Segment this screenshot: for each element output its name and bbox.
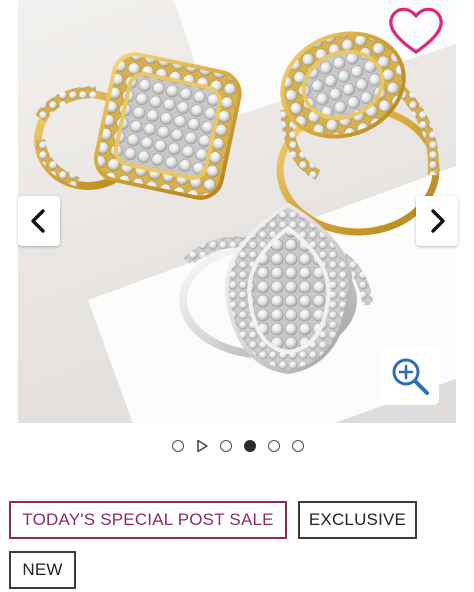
carousel-dot[interactable]	[292, 440, 304, 452]
carousel-dot[interactable]	[220, 440, 232, 452]
carousel-dot-active[interactable]	[244, 440, 256, 452]
zoom-in-icon	[392, 358, 429, 395]
carousel-indicators	[0, 437, 474, 455]
product-page: TODAY'S SPECIAL POST SALE EXCLUSIVE NEW	[0, 0, 474, 592]
heart-outline-icon	[389, 7, 443, 54]
favorite-button[interactable]	[386, 4, 446, 58]
exclusive-badge: EXCLUSIVE	[298, 501, 417, 539]
zoom-button[interactable]	[381, 347, 439, 405]
chevron-left-icon	[31, 209, 45, 233]
carousel-dot[interactable]	[268, 440, 280, 452]
next-image-button[interactable]	[416, 196, 458, 246]
chevron-right-icon	[431, 209, 445, 233]
video-play-icon[interactable]	[195, 439, 209, 453]
special-sale-badge: TODAY'S SPECIAL POST SALE	[9, 501, 287, 539]
previous-image-button[interactable]	[18, 196, 60, 246]
new-badge: NEW	[9, 551, 76, 589]
gold-square-ring	[34, 52, 242, 200]
carousel-dot[interactable]	[172, 440, 184, 452]
